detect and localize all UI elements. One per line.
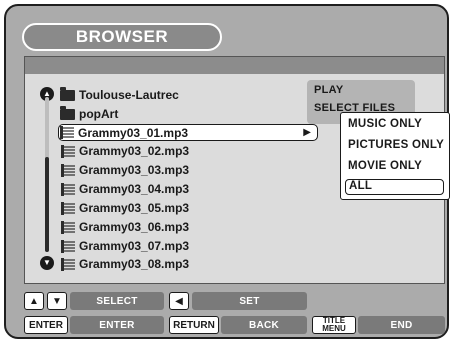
folder-icon <box>60 86 75 101</box>
filter-music-only[interactable]: MUSIC ONLY <box>348 118 422 130</box>
scrollbar[interactable] <box>45 97 49 252</box>
left-key-icon[interactable]: ◀ <box>169 292 189 310</box>
down-key-icon[interactable]: ▼ <box>47 292 67 310</box>
select-hint: SELECT <box>70 292 164 310</box>
play-icon: ▶ <box>303 127 311 138</box>
music-file-icon <box>61 201 75 215</box>
browser-screen: BROWSER ▲ ▼ Toulouse-Lautrec popArt Gram… <box>4 4 450 339</box>
list-item[interactable]: Grammy03_05.mp3 <box>60 200 320 216</box>
back-hint: BACK <box>221 316 307 334</box>
list-item[interactable]: Grammy03_06.mp3 <box>60 219 320 235</box>
item-label: Grammy03_08.mp3 <box>79 257 190 271</box>
set-hint: SET <box>192 292 307 310</box>
item-label: Grammy03_01.mp3 <box>78 125 189 140</box>
list-item[interactable]: Grammy03_02.mp3 <box>60 143 320 159</box>
panel-header-bar <box>25 57 444 74</box>
item-label: Grammy03_06.mp3 <box>79 220 190 234</box>
menu-item-play[interactable]: PLAY <box>314 84 344 96</box>
item-label: Grammy03_04.mp3 <box>79 182 190 196</box>
music-file-icon <box>61 182 75 196</box>
item-label: Toulouse-Lautrec <box>79 88 179 102</box>
list-item[interactable]: Grammy03_07.mp3 <box>60 238 320 254</box>
end-hint: END <box>358 316 445 334</box>
scroll-down-icon[interactable]: ▼ <box>40 256 54 270</box>
music-file-icon <box>61 239 75 253</box>
item-label: popArt <box>79 107 119 121</box>
list-item[interactable]: Grammy03_04.mp3 <box>60 181 320 197</box>
filter-pictures-only[interactable]: PICTURES ONLY <box>348 139 444 151</box>
item-label: Grammy03_03.mp3 <box>79 163 190 177</box>
list-item-selected[interactable]: Grammy03_01.mp3 ▶ <box>58 124 318 141</box>
filter-all[interactable]: ALL <box>345 179 444 195</box>
page-title: BROWSER <box>22 23 222 51</box>
title-menu-key[interactable]: TITLE MENU <box>312 316 356 334</box>
list-item-folder[interactable]: popArt <box>60 105 320 122</box>
file-filter-popup: MUSIC ONLY PICTURES ONLY MOVIE ONLY ALL <box>340 112 450 200</box>
music-file-icon <box>61 257 75 271</box>
enter-hint: ENTER <box>70 316 164 334</box>
scrollbar-thumb[interactable] <box>45 157 49 252</box>
filter-movie-only[interactable]: MOVIE ONLY <box>348 160 422 172</box>
item-label: Grammy03_07.mp3 <box>79 239 190 253</box>
title-menu-line2: MENU <box>322 324 346 333</box>
enter-key[interactable]: ENTER <box>24 316 68 334</box>
music-file-icon <box>61 144 75 158</box>
music-file-icon <box>60 126 74 139</box>
list-item-folder[interactable]: Toulouse-Lautrec <box>60 86 320 103</box>
up-key-icon[interactable]: ▲ <box>24 292 44 310</box>
folder-icon <box>60 105 75 120</box>
music-file-icon <box>61 163 75 177</box>
return-key[interactable]: RETURN <box>169 316 219 334</box>
music-file-icon <box>61 220 75 234</box>
item-label: Grammy03_02.mp3 <box>79 144 190 158</box>
list-item[interactable]: Grammy03_03.mp3 <box>60 162 320 178</box>
item-label: Grammy03_05.mp3 <box>79 201 190 215</box>
list-item[interactable]: Grammy03_08.mp3 <box>60 256 320 272</box>
